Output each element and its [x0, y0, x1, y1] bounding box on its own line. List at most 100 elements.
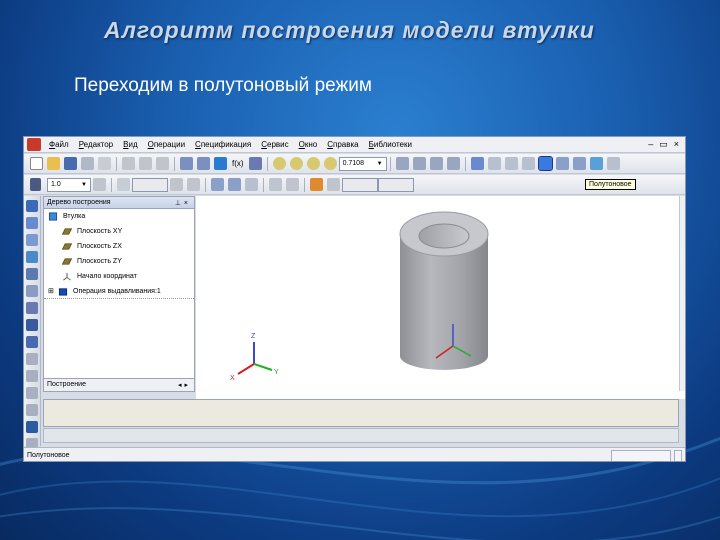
- open-file-icon[interactable]: [47, 157, 60, 170]
- chevron-down-icon: ▼: [81, 181, 87, 188]
- wireframe-icon[interactable]: [487, 157, 501, 170]
- menu-window[interactable]: Окно: [294, 140, 323, 149]
- perspective-icon[interactable]: [572, 157, 586, 170]
- tree-item[interactable]: ⊞ Операция выдавливания:1: [44, 284, 194, 299]
- tree-item[interactable]: Плоскость ZX: [44, 239, 194, 254]
- menu-operations[interactable]: Операции: [143, 140, 190, 149]
- orientation-icon[interactable]: [470, 157, 484, 170]
- hidden-lines-icon[interactable]: [504, 157, 518, 170]
- zoom-window-icon[interactable]: [272, 157, 286, 170]
- copy-icon[interactable]: [139, 157, 152, 170]
- slide-subtitle: Переходим в полутоновый режим: [74, 75, 372, 96]
- rotate-icon[interactable]: [429, 157, 443, 170]
- auxiliary-icon[interactable]: [26, 285, 38, 297]
- menu-specification[interactable]: Спецификация: [190, 140, 256, 149]
- toolbar-separator: [116, 156, 117, 171]
- cylinder-hole: [418, 223, 470, 249]
- triad-axis-x: [237, 363, 255, 375]
- pan-icon[interactable]: [395, 157, 409, 170]
- menu-libraries[interactable]: Библиотеки: [364, 140, 417, 149]
- toolbar-separator: [263, 177, 264, 192]
- local-cs-icon[interactable]: [117, 178, 130, 191]
- chevron-down-icon: ▼: [376, 160, 383, 167]
- undo-icon[interactable]: [180, 157, 193, 170]
- materials-icon[interactable]: [589, 157, 603, 170]
- zoom-fit-icon[interactable]: [323, 157, 337, 170]
- tree-item[interactable]: Начало координат: [44, 269, 194, 284]
- refresh-icon[interactable]: [446, 157, 460, 170]
- cut-icon[interactable]: [122, 157, 135, 170]
- zoom-value: 0.7108: [342, 160, 364, 167]
- geometry-icon[interactable]: [26, 200, 38, 212]
- zoom-combo[interactable]: 0.7108 ▼: [338, 156, 387, 171]
- cursor-icon[interactable]: [93, 178, 106, 191]
- bushing-model[interactable]: [399, 211, 489, 370]
- tree-root[interactable]: Втулка: [44, 209, 194, 224]
- orthogonal-icon[interactable]: [170, 178, 183, 191]
- elements-icon[interactable]: [26, 370, 38, 382]
- new-file-icon[interactable]: [30, 157, 43, 170]
- save-icon[interactable]: [64, 157, 77, 170]
- pin-close-icons[interactable]: ⊥×: [175, 199, 191, 207]
- expand-icon[interactable]: ⊞: [48, 287, 58, 295]
- edit-icon[interactable]: [228, 178, 241, 191]
- restore-icon[interactable]: ▭: [659, 139, 668, 150]
- paste-icon[interactable]: [156, 157, 169, 170]
- triad-axis-y: [253, 363, 273, 371]
- help-pointer-icon[interactable]: [248, 157, 262, 170]
- color-icon[interactable]: [310, 178, 323, 191]
- height-icon[interactable]: [269, 178, 282, 191]
- arrays-icon[interactable]: [26, 268, 38, 280]
- menu-help[interactable]: Справка: [322, 140, 363, 149]
- snap-icon[interactable]: [187, 178, 200, 191]
- shaded-edges-icon[interactable]: [555, 157, 569, 170]
- sketch-icon[interactable]: [211, 178, 224, 191]
- zoom-out-icon[interactable]: [306, 157, 320, 170]
- model-canvas: Z X Y: [230, 211, 489, 382]
- toolbar-separator: [205, 177, 206, 192]
- tools-icon[interactable]: [26, 404, 38, 416]
- manager-icon[interactable]: [214, 157, 227, 170]
- cursor-step-icon[interactable]: [286, 178, 299, 191]
- tree-header: Дерево построения ⊥×: [44, 197, 194, 209]
- tree-tab[interactable]: Построение ◂▸: [43, 378, 195, 392]
- measure-icon[interactable]: [26, 302, 38, 314]
- surfaces-icon[interactable]: [26, 251, 38, 263]
- fx-button[interactable]: f(x): [232, 159, 244, 168]
- preview-icon[interactable]: [98, 157, 111, 170]
- shaded-mode-icon[interactable]: [537, 156, 553, 171]
- tree-item-label: Плоскость XY: [77, 228, 123, 235]
- menu-service[interactable]: Сервис: [256, 140, 293, 149]
- zoom-in-icon[interactable]: [289, 157, 303, 170]
- close-icon[interactable]: ×: [674, 139, 679, 150]
- sheet-metal-icon[interactable]: [26, 387, 38, 399]
- step-combo[interactable]: 1.0 ▼: [47, 177, 91, 192]
- grid-icon[interactable]: [30, 178, 41, 191]
- tab-nav-icons[interactable]: ◂▸: [178, 381, 191, 389]
- minimize-icon[interactable]: –: [648, 139, 653, 150]
- axis-triad: Z X Y: [230, 333, 279, 382]
- tree-item[interactable]: Плоскость ZY: [44, 254, 194, 269]
- redo-icon[interactable]: [197, 157, 210, 170]
- vertical-scrollbar[interactable]: [679, 196, 685, 391]
- tree-root-label: Втулка: [63, 213, 86, 220]
- menu-view[interactable]: Вид: [118, 140, 142, 149]
- menu-editor[interactable]: Редактор: [74, 140, 118, 149]
- print-icon[interactable]: [81, 157, 94, 170]
- spline-icon[interactable]: [26, 217, 38, 229]
- disabled-field: [132, 177, 168, 192]
- coord-icon[interactable]: [327, 178, 340, 191]
- thin-lines-icon[interactable]: [521, 157, 535, 170]
- report-icon[interactable]: [26, 353, 38, 365]
- tree-item[interactable]: Плоскость XY: [44, 224, 194, 239]
- move-icon[interactable]: [412, 157, 426, 170]
- selection-icon[interactable]: [26, 421, 38, 433]
- menu-file[interactable]: Файл: [44, 140, 74, 149]
- extra-view-icon[interactable]: [606, 157, 620, 170]
- editing-icon[interactable]: [26, 234, 38, 246]
- filter-icon[interactable]: [26, 319, 38, 331]
- model-viewport[interactable]: Z X Y: [196, 196, 685, 399]
- spec-icon[interactable]: [26, 336, 38, 348]
- param-icon[interactable]: [245, 178, 258, 191]
- status-grip[interactable]: [674, 449, 682, 461]
